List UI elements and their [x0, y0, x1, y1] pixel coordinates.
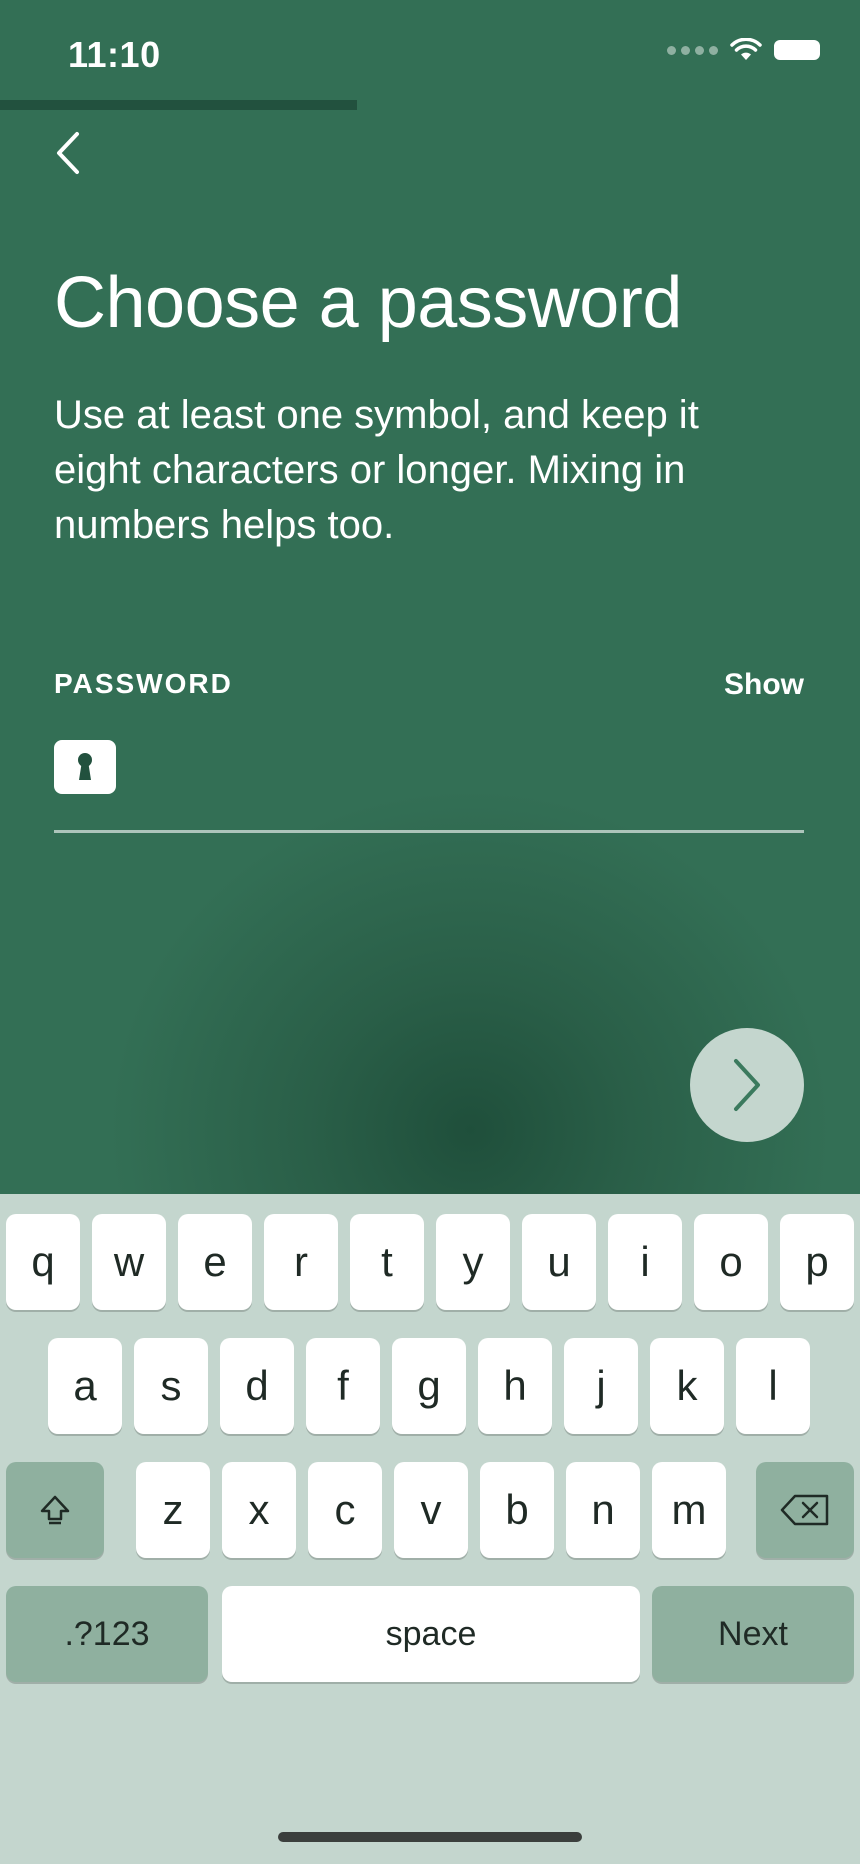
- key-k[interactable]: k: [650, 1338, 724, 1434]
- shift-key[interactable]: [6, 1462, 104, 1558]
- status-icons: [667, 38, 820, 62]
- backspace-key[interactable]: [756, 1462, 854, 1558]
- keyboard: q w e r t y u i o p a s d f g h j k l z …: [0, 1194, 860, 1864]
- back-button[interactable]: [48, 128, 88, 178]
- progress-fill: [0, 100, 357, 110]
- wifi-icon: [730, 38, 762, 60]
- key-m[interactable]: m: [652, 1462, 726, 1558]
- key-a[interactable]: a: [48, 1338, 122, 1434]
- battery-icon: [774, 40, 820, 60]
- field-underline: [54, 830, 804, 833]
- next-key[interactable]: Next: [652, 1586, 854, 1682]
- key-y[interactable]: y: [436, 1214, 510, 1310]
- show-password-button[interactable]: Show: [724, 668, 804, 702]
- password-setup-screen: 11:10 Choose a password Use at least one…: [0, 0, 860, 1864]
- key-w[interactable]: w: [92, 1214, 166, 1310]
- backspace-icon: [780, 1494, 829, 1526]
- key-h[interactable]: h: [478, 1338, 552, 1434]
- key-e[interactable]: e: [178, 1214, 252, 1310]
- key-s[interactable]: s: [134, 1338, 208, 1434]
- page-title: Choose a password: [54, 263, 682, 343]
- key-t[interactable]: t: [350, 1214, 424, 1310]
- content-area: 11:10 Choose a password Use at least one…: [0, 0, 860, 1194]
- key-q[interactable]: q: [6, 1214, 80, 1310]
- chevron-left-icon: [57, 132, 79, 174]
- chevron-right-icon: [734, 1059, 760, 1111]
- key-v[interactable]: v: [394, 1462, 468, 1558]
- symbols-key[interactable]: .?123: [6, 1586, 208, 1682]
- key-r[interactable]: r: [264, 1214, 338, 1310]
- key-c[interactable]: c: [308, 1462, 382, 1558]
- key-x[interactable]: x: [222, 1462, 296, 1558]
- key-d[interactable]: d: [220, 1338, 294, 1434]
- keyhole-icon: [54, 740, 116, 794]
- progress-bar: [0, 100, 860, 110]
- key-f[interactable]: f: [306, 1338, 380, 1434]
- key-o[interactable]: o: [694, 1214, 768, 1310]
- space-key[interactable]: space: [222, 1586, 640, 1682]
- key-n[interactable]: n: [566, 1462, 640, 1558]
- key-i[interactable]: i: [608, 1214, 682, 1310]
- key-p[interactable]: p: [780, 1214, 854, 1310]
- key-l[interactable]: l: [736, 1338, 810, 1434]
- key-u[interactable]: u: [522, 1214, 596, 1310]
- key-b[interactable]: b: [480, 1462, 554, 1558]
- password-field-label: PASSWORD: [54, 668, 233, 699]
- page-description: Use at least one symbol, and keep it eig…: [54, 393, 699, 547]
- password-input[interactable]: [134, 740, 808, 796]
- cellular-signal-icon: [667, 45, 718, 55]
- key-z[interactable]: z: [136, 1462, 210, 1558]
- key-j[interactable]: j: [564, 1338, 638, 1434]
- home-indicator: [278, 1832, 582, 1842]
- shift-icon: [40, 1495, 70, 1525]
- status-time: 11:10: [68, 34, 161, 75]
- next-step-button[interactable]: [690, 1028, 804, 1142]
- key-g[interactable]: g: [392, 1338, 466, 1434]
